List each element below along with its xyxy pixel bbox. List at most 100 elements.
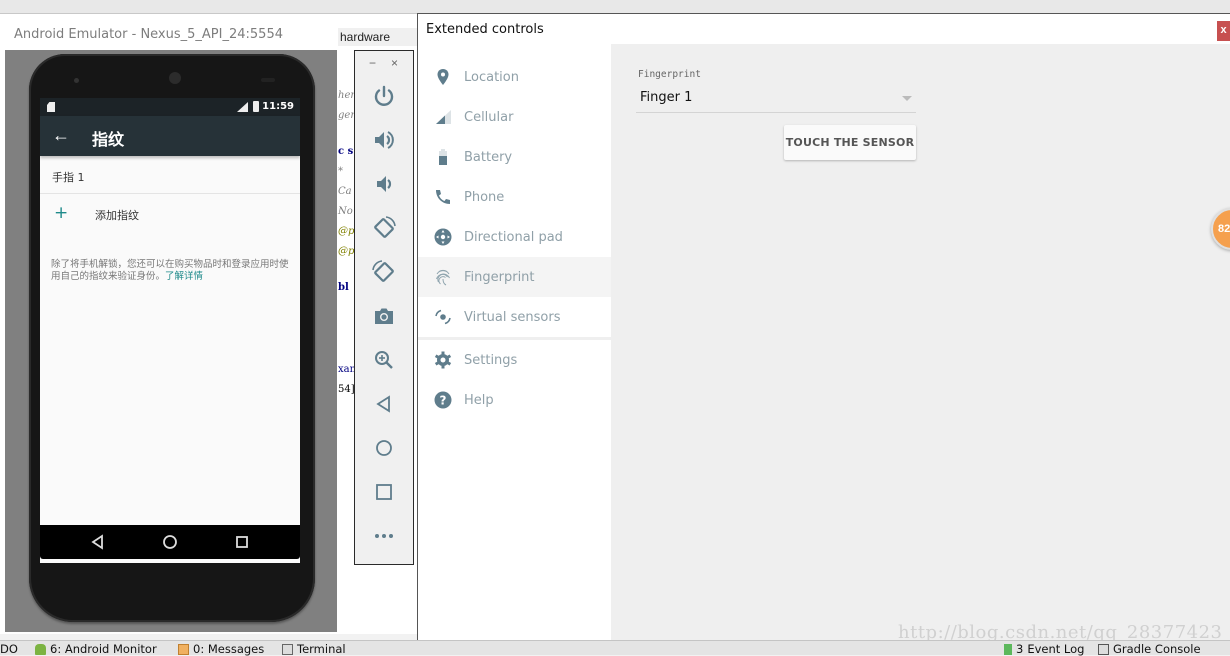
emulator-title: Android Emulator - Nexus_5_API_24:5554 (14, 27, 283, 42)
terminal-tab[interactable]: Terminal (282, 642, 346, 656)
overview-icon (376, 484, 392, 500)
touch-sensor-button[interactable]: TOUCH THE SENSOR (784, 125, 916, 160)
back-arrow-icon[interactable]: ← (52, 125, 70, 146)
volume-up-button[interactable] (371, 127, 397, 153)
rotate-right-button[interactable] (371, 259, 397, 285)
toolbar-close-button[interactable]: × (391, 56, 398, 70)
phone-speaker (169, 72, 181, 84)
code-line: @p (338, 246, 355, 257)
nav-label: Cellular (464, 109, 514, 125)
dpad-icon (434, 228, 452, 246)
code-line: 54] (338, 384, 355, 395)
dropdown-arrow-icon (902, 96, 912, 101)
extended-controls-titlebar[interactable]: Extended controls x (418, 14, 1230, 44)
more-icon (375, 534, 393, 538)
zoom-icon (375, 351, 393, 369)
nav-item-location[interactable]: Location (418, 57, 611, 97)
zoom-button[interactable] (371, 347, 397, 373)
code-line: @p (338, 226, 355, 237)
settings-icon (434, 351, 452, 369)
volume-down-button[interactable] (371, 171, 397, 197)
finger-select[interactable]: Finger 1 (636, 87, 916, 113)
phone-screen[interactable]: 11:59 ← 指纹 手指 1 + 添加指纹 除了将手机解锁，您还可以在购买物品… (40, 98, 300, 563)
android-statusbar: 11:59 (40, 98, 300, 116)
extended-controls-title: Extended controls (426, 22, 544, 37)
learn-more-link[interactable]: 了解详情 (165, 271, 203, 282)
android-monitor-tab[interactable]: 6: Android Monitor (35, 642, 157, 656)
add-fingerprint-label: 添加指纹 (95, 209, 139, 222)
ide-breadcrumb[interactable]: hardware (338, 28, 418, 46)
rotate-left-icon (374, 216, 396, 238)
nav-item-fingerprint[interactable]: Fingerprint (418, 257, 611, 297)
emulator-titlebar[interactable]: Android Emulator - Nexus_5_API_24:5554 (5, 20, 337, 50)
messages-label: 0: Messages (193, 642, 265, 656)
todo-tab[interactable]: DO (0, 642, 18, 656)
extended-controls-sidebar: Location Cellular Battery Phone Directio… (418, 44, 611, 645)
phone-sensor (261, 78, 275, 82)
ide-statusbar: DO 6: Android Monitor 0: Messages Termin… (0, 640, 1230, 656)
toolbar-minimize-button[interactable]: − (369, 56, 376, 70)
plus-icon: + (54, 203, 69, 223)
nav-back-icon[interactable] (90, 534, 106, 550)
phone-camera (74, 78, 79, 83)
add-fingerprint-item[interactable]: + 添加指纹 (40, 195, 300, 235)
nav-overview-icon[interactable] (234, 534, 250, 550)
volume-down-icon (377, 176, 392, 192)
finger-select-value: Finger 1 (640, 90, 693, 105)
nav-item-directional-pad[interactable]: Directional pad (418, 217, 611, 257)
messages-tab[interactable]: 0: Messages (178, 642, 264, 656)
status-time: 11:59 (262, 101, 294, 112)
nav-label: Directional pad (464, 229, 563, 245)
app-bar: ← 指纹 (40, 116, 300, 156)
nav-item-battery[interactable]: Battery (418, 137, 611, 177)
svg-text:?: ? (440, 394, 447, 408)
battery-status-icon (253, 101, 259, 112)
sensors-icon (435, 309, 451, 325)
fingerprint-list-item[interactable]: 手指 1 (40, 156, 300, 194)
ide-toolbar (0, 0, 1230, 14)
android-icon (35, 643, 46, 655)
cellular-icon (436, 110, 451, 124)
terminal-label: Terminal (297, 642, 346, 656)
fingerprint-label: Fingerprint (638, 69, 701, 80)
close-button[interactable]: x (1217, 21, 1230, 41)
fingerprint-panel: Fingerprint Finger 1 TOUCH THE SENSOR (611, 44, 1230, 645)
nav-label: Location (464, 69, 519, 85)
nav-label: Help (464, 392, 494, 408)
event-log-tab[interactable]: 3 Event Log (1004, 642, 1084, 656)
gradle-console-label: Gradle Console (1113, 642, 1201, 656)
nav-item-phone[interactable]: Phone (418, 177, 611, 217)
nav-item-virtual-sensors[interactable]: Virtual sensors (418, 297, 611, 337)
gradle-console-tab[interactable]: Gradle Console (1098, 642, 1201, 656)
back-button[interactable] (371, 391, 397, 417)
code-line: * (338, 166, 343, 177)
code-line: ger (338, 110, 356, 121)
nav-item-settings[interactable]: Settings (418, 340, 611, 380)
fingerprint-icon (436, 269, 450, 286)
more-button[interactable] (371, 523, 397, 549)
code-line: bl (338, 282, 349, 293)
extended-controls-window: Extended controls x Location Cellular Ba… (417, 13, 1230, 645)
camera-icon (375, 308, 393, 324)
nav-item-cellular[interactable]: Cellular (418, 97, 611, 137)
nav-label: Battery (464, 149, 513, 165)
event-log-icon (1004, 643, 1012, 655)
event-log-count: 3 (1016, 642, 1024, 656)
fingerprint-name: 手指 1 (52, 171, 85, 184)
signal-icon (237, 102, 248, 112)
location-icon (437, 69, 449, 85)
nav-home-icon[interactable] (162, 534, 178, 550)
home-button[interactable] (371, 435, 397, 461)
emulator-window: Android Emulator - Nexus_5_API_24:5554 1… (5, 20, 337, 632)
screenshot-button[interactable] (371, 303, 397, 329)
back-icon (376, 395, 390, 413)
nav-item-help[interactable]: ? Help (418, 380, 611, 420)
terminal-icon (282, 643, 293, 655)
code-line: No (338, 206, 353, 217)
rotate-left-button[interactable] (371, 215, 397, 241)
power-button[interactable] (371, 83, 397, 109)
code-line: c s (338, 146, 354, 157)
rotate-right-icon (372, 260, 394, 282)
overview-button[interactable] (371, 479, 397, 505)
nav-label: Fingerprint (464, 269, 535, 285)
